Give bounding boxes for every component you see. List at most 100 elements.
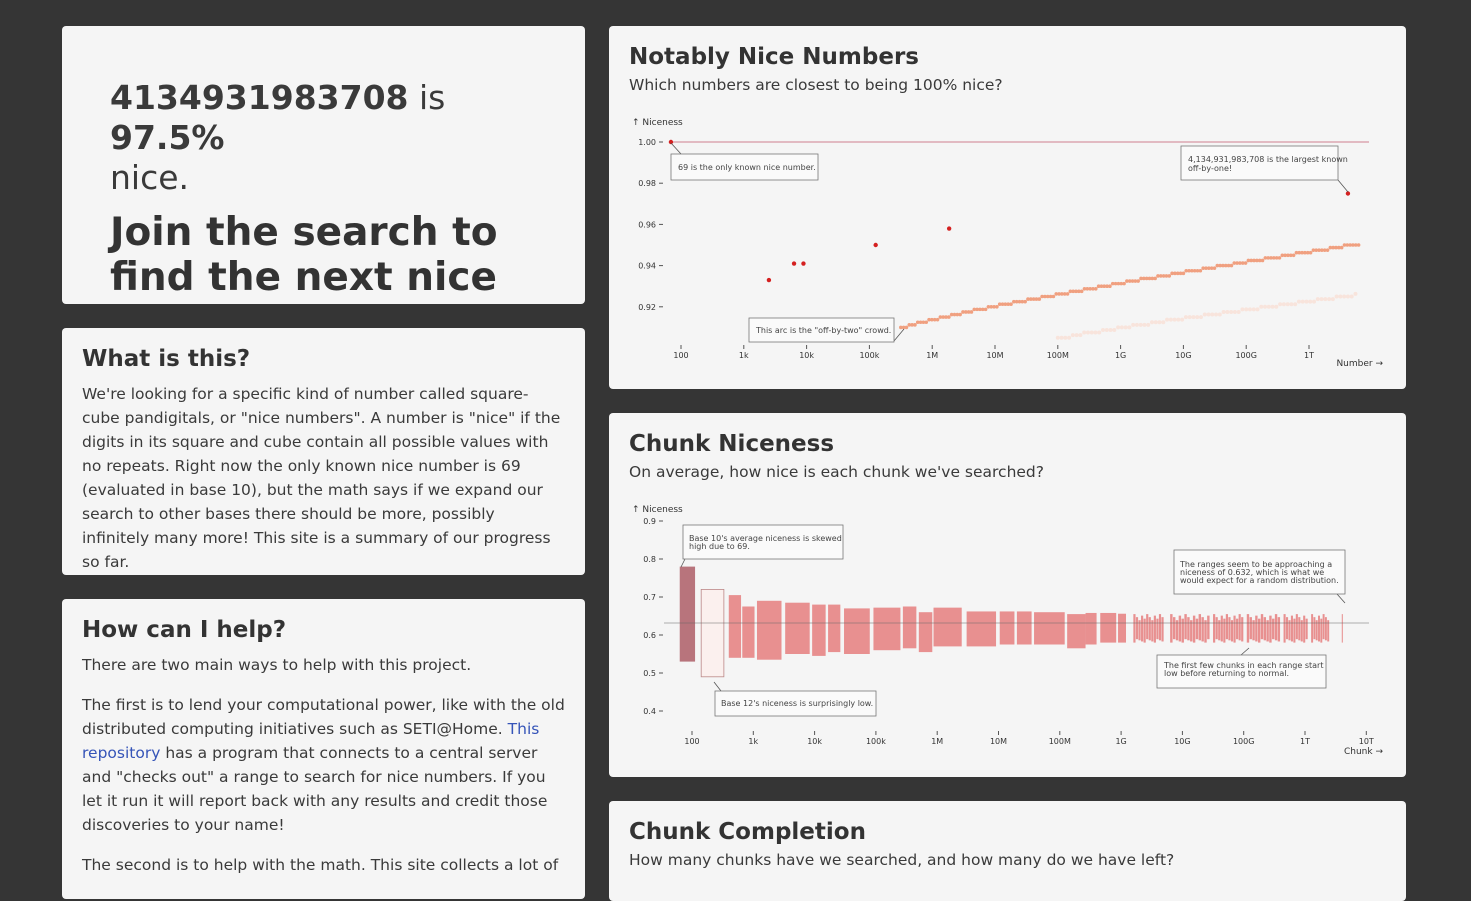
nice-main-point (1308, 250, 1313, 255)
nice-main-point (924, 320, 929, 325)
nice-main-point (995, 305, 999, 309)
annotation-arc-text: This arc is the "off-by-two" crowd. (755, 326, 891, 335)
chunk-x-tick-label: 1k (748, 737, 758, 746)
nice-main-point (1229, 263, 1234, 268)
hero-is: is (419, 78, 446, 117)
nice-faint-point (1217, 312, 1222, 317)
hero-nice: nice. (110, 158, 190, 197)
nice-faint-point (1134, 322, 1139, 327)
nice-faint-point (1119, 325, 1124, 330)
chunk-y-tick-label: 0.6 (643, 631, 656, 640)
nice-main-point (1260, 258, 1265, 263)
chunk-bar (1153, 615, 1156, 643)
nice-faint-point (1327, 297, 1332, 302)
chunk-bar (1135, 617, 1139, 640)
chunk-bar (728, 595, 742, 658)
chunk-bar (1148, 617, 1151, 641)
chunk-bar (1178, 615, 1182, 642)
nice-faint-point (1101, 327, 1106, 332)
chunk-bar (1184, 614, 1187, 640)
chunk-bar (700, 589, 725, 678)
nice-faint-series (1055, 291, 1358, 340)
chunk-x-tick-label: 1T (1300, 737, 1310, 746)
nice-chart-title: Notably Nice Numbers (629, 44, 919, 70)
nice-faint-point (1089, 330, 1094, 335)
chunk-bar (1236, 618, 1239, 640)
about-title: What is this? (82, 346, 251, 372)
nice-faint-point (1165, 317, 1170, 322)
nice-faint-point (1168, 317, 1173, 322)
chunk-bar (918, 612, 933, 653)
nice-faint-point (1349, 294, 1354, 299)
nice-faint-point (1308, 299, 1313, 304)
chunk-x-axis-label: Chunk → (1344, 747, 1383, 757)
nice-faint-point (1210, 312, 1215, 317)
chunk-y-tick-label: 0.9 (643, 517, 656, 526)
chunk-niceness-chart: ↑ Niceness Chunk → 0.9 0.8 0.7 0.6 0.5 0.4 10… (632, 505, 1383, 757)
chunk-x-tick-label: 10k (807, 737, 822, 746)
chunk-bar (1213, 614, 1216, 643)
hero-cta: Join the search to find the next nice nu… (110, 210, 498, 304)
nice-highlight-point (791, 261, 797, 266)
annotation-largest-text-1: 4,134,931,983,708 is the largest known (1188, 155, 1348, 164)
nice-faint-point (1078, 333, 1083, 338)
nice-highlight-point (801, 261, 806, 266)
help-compute-text: The first is to lend your computational … (82, 696, 565, 738)
chunk-y-axis-label: ↑ Niceness (632, 505, 683, 515)
chunk-x-tick-label: 100 (684, 737, 699, 746)
chunk-x-tick-label: 100k (866, 737, 886, 746)
chunk-x-tick-label: 1M (931, 737, 943, 746)
nice-main-point (1198, 268, 1203, 273)
nice-faint-point (1304, 299, 1309, 304)
chunk-bar (1322, 614, 1325, 640)
nice-faint-point (1353, 291, 1358, 296)
chunk-bar (1143, 618, 1146, 643)
annotation-largest-text-2: off-by-one! (1188, 164, 1232, 173)
nice-main-point (1093, 286, 1098, 291)
nice-faint-point (1082, 330, 1087, 335)
nice-faint-point (1247, 307, 1252, 312)
chunk-bar (812, 604, 826, 656)
nice-faint-point (1146, 322, 1151, 327)
nice-x-tick-label: 10M (986, 351, 1003, 360)
nice-faint-point (1221, 309, 1226, 314)
nice-faint-point (1116, 325, 1121, 330)
nice-y-axis-label: ↑ Niceness (632, 118, 683, 128)
hero-number: 4134931983708 (110, 78, 409, 117)
chunk-bar (999, 611, 1015, 645)
nice-x-tick-label: 100 (673, 351, 688, 360)
nice-main-point (1009, 302, 1013, 307)
nice-main-point (983, 307, 988, 312)
chunk-bar (1141, 615, 1144, 642)
chunk-niceness-card: Chunk Niceness On average, how nice is e… (609, 413, 1406, 777)
about-card: What is this? We're looking for a specif… (62, 328, 585, 575)
nice-faint-point (1319, 297, 1324, 302)
annotation-arc-pointer (893, 328, 905, 342)
nice-faint-point (1330, 297, 1335, 302)
nice-main-point (958, 312, 962, 317)
chunk-bar (1146, 614, 1149, 640)
nice-main-point (1136, 279, 1140, 283)
nice-x-tick-label: 100k (859, 351, 879, 360)
nice-faint-point (1206, 312, 1211, 317)
nice-faint-point (1274, 304, 1279, 309)
chunk-x-tick-label: 100M (1049, 737, 1071, 746)
chunk-bar (1320, 618, 1323, 643)
nice-x-tick-label: 100G (1235, 351, 1256, 360)
chunk-bar (756, 600, 782, 660)
chunk-bar (1158, 614, 1162, 641)
nice-faint-point (1255, 307, 1260, 312)
chunk-bar (1318, 615, 1320, 642)
annotation-69-pointer (670, 142, 682, 155)
nice-main-point (1291, 253, 1296, 258)
nice-faint-point (1097, 330, 1102, 335)
nice-faint-point (1270, 304, 1275, 309)
chunk-y-tick-label: 0.8 (643, 555, 656, 564)
nice-main-series (899, 243, 1361, 330)
nice-faint-point (1334, 294, 1339, 299)
nice-x-axis-label: Number → (1336, 359, 1383, 369)
nice-main-point (1065, 292, 1070, 296)
nice-main-point (1339, 245, 1344, 250)
nice-faint-point (1191, 315, 1196, 320)
chunk-bar (679, 566, 696, 662)
